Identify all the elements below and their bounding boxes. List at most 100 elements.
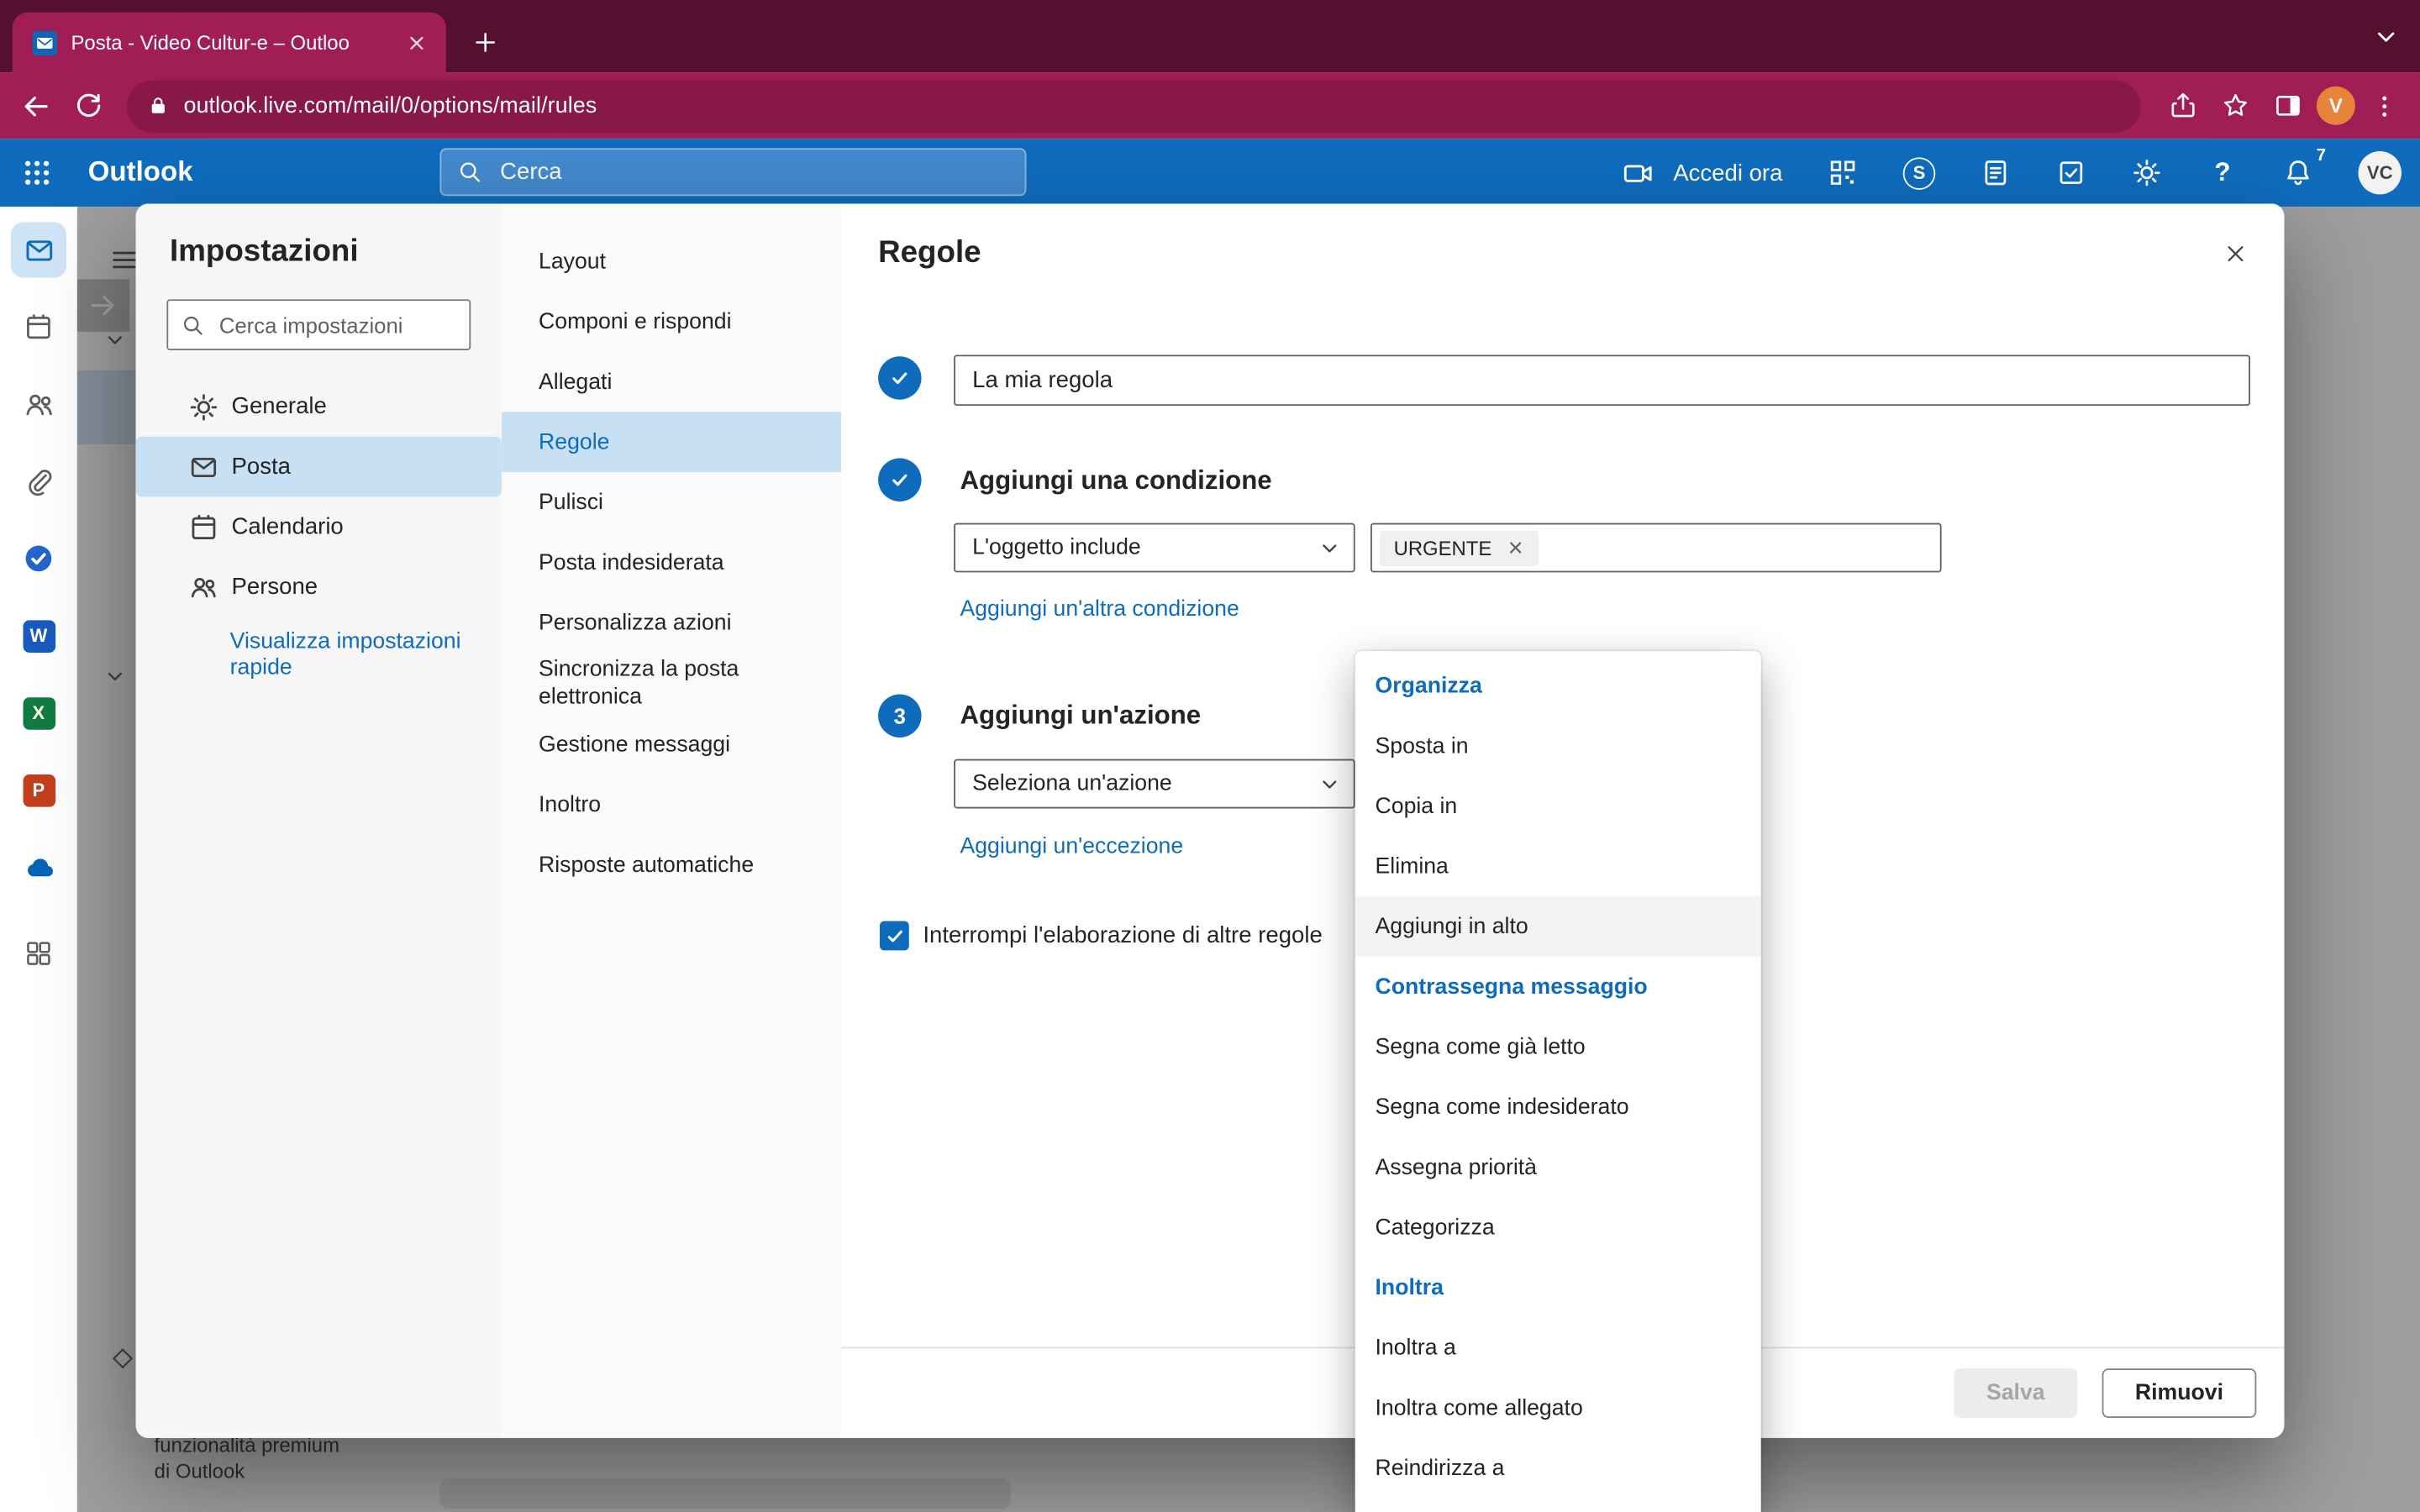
step3-number: 3 [878, 695, 921, 738]
save-button[interactable]: Salva [1954, 1368, 2077, 1418]
settings-category[interactable]: Inoltro [502, 774, 841, 835]
signin-now-button[interactable]: Accedi ora [1623, 156, 1783, 189]
settings-search-input[interactable] [216, 311, 457, 339]
chip-remove-icon[interactable] [1506, 538, 1524, 557]
rail-attachments-icon[interactable] [11, 454, 66, 509]
chevron-down-icon [1318, 537, 1342, 560]
account-avatar[interactable]: VC [2359, 151, 2402, 194]
url-bar[interactable]: outlook.live.com/mail/0/options/mail/rul… [127, 80, 2141, 132]
condition-select[interactable]: L'oggetto include [954, 523, 1355, 573]
skype-icon[interactable]: S [1903, 156, 1936, 189]
add-exception-link[interactable]: Aggiungi un'eccezione [960, 835, 1183, 859]
tab-title: Posta - Video Cultur-e – Outloo [71, 31, 388, 55]
stop-processing-checkbox[interactable] [880, 921, 909, 951]
titlebar-chevron-icon[interactable] [2370, 22, 2402, 53]
settings-sidebar: Impostazioni Generale Po [136, 203, 502, 1437]
immersive-reader-icon[interactable] [1981, 157, 2012, 188]
settings-nav-calendario[interactable]: Calendario [136, 496, 502, 557]
new-tab-button[interactable] [461, 18, 508, 65]
close-icon[interactable] [2213, 232, 2256, 275]
people-icon [188, 572, 219, 603]
rail-more-apps-icon[interactable] [11, 926, 66, 981]
settings-category[interactable]: Gestione messaggi [502, 714, 841, 774]
condition-value-box[interactable]: URGENTE [1370, 523, 1942, 573]
quick-settings-link[interactable]: Visualizza impostazioni rapide [230, 629, 462, 680]
rail-powerpoint-icon[interactable]: P [11, 762, 66, 817]
action-menu-item[interactable]: Aggiungi in alto [1355, 896, 1761, 957]
video-camera-icon [1623, 156, 1655, 189]
url-text: outlook.live.com/mail/0/options/mail/rul… [184, 93, 597, 118]
settings-gear-icon[interactable] [2132, 157, 2163, 188]
rail-word-icon[interactable]: W [11, 608, 66, 664]
action-menu-item[interactable]: Segna come indesiderato [1355, 1077, 1761, 1137]
rail-mail-icon[interactable] [11, 222, 66, 277]
settings-title: Impostazioni [170, 234, 359, 270]
action-menu-item[interactable]: Inoltra come allegato [1355, 1378, 1761, 1438]
share-icon[interactable] [2156, 80, 2208, 132]
browser-menu-icon[interactable] [2359, 80, 2411, 132]
settings-category[interactable]: Pulisci [502, 472, 841, 533]
action-menu-item[interactable]: Organizza [1355, 656, 1761, 717]
action-menu-item[interactable]: Inoltra a [1355, 1318, 1761, 1378]
app-launcher-icon[interactable] [20, 156, 54, 190]
screen: Posta - Video Cultur-e – Outloo [0, 0, 2420, 1512]
step2-check-icon [878, 459, 921, 501]
action-menu-item[interactable]: Reindirizza a [1355, 1438, 1761, 1499]
settings-nav-persone[interactable]: Persone [136, 557, 502, 617]
header-search[interactable] [439, 148, 1026, 196]
browser-toolbar: outlook.live.com/mail/0/options/mail/rul… [0, 72, 2420, 139]
notification-count: 7 [2317, 146, 2326, 165]
settings-category[interactable]: Posta indesiderata [502, 533, 841, 593]
action-menu-item[interactable]: Contrassegna messaggio [1355, 957, 1761, 1017]
action-menu-item[interactable]: Elimina [1355, 837, 1761, 897]
condition-heading: Aggiungi una condizione [960, 466, 1271, 497]
settings-nav-generale[interactable]: Generale [136, 376, 502, 437]
bookmark-star-icon[interactable] [2208, 80, 2260, 132]
settings-category[interactable]: Personalizza azioni [502, 592, 841, 653]
notifications-bell-icon[interactable]: 7 [2283, 157, 2314, 188]
action-menu-item[interactable]: Copia in [1355, 776, 1761, 837]
browser-tab[interactable]: Posta - Video Cultur-e – Outloo [13, 13, 446, 73]
app-rail: W X P [0, 207, 77, 1512]
action-menu-item[interactable]: Sposta in [1355, 716, 1761, 776]
reload-button[interactable] [61, 80, 113, 132]
mail-icon [188, 451, 219, 482]
action-menu-item[interactable]: Inoltra [1355, 1257, 1761, 1318]
notes-check-icon[interactable] [2056, 157, 2087, 188]
settings-category[interactable]: Regole [502, 412, 841, 472]
outlook-brand[interactable]: Outlook [88, 156, 193, 189]
remove-button[interactable]: Rimuovi [2102, 1368, 2257, 1418]
rail-onedrive-icon[interactable] [11, 839, 66, 895]
search-icon [457, 159, 483, 185]
action-menu-item[interactable]: Categorizza [1355, 1197, 1761, 1257]
browser-titlebar: Posta - Video Cultur-e – Outloo [0, 0, 2420, 72]
action-menu: Organizza Sposta in Copia in Elimina Agg… [1355, 651, 1761, 1512]
rail-calendar-icon[interactable] [11, 299, 66, 354]
settings-category[interactable]: Allegati [502, 352, 841, 412]
rail-excel-icon[interactable]: X [11, 685, 66, 741]
settings-search[interactable] [166, 299, 471, 350]
settings-category[interactable]: Layout [502, 232, 841, 292]
tab-close-icon[interactable] [402, 29, 430, 56]
action-heading: Aggiungi un'azione [960, 701, 1201, 732]
back-button[interactable] [9, 80, 61, 132]
stop-processing-label[interactable]: Interrompi l'elaborazione di altre regol… [923, 922, 1322, 948]
sidebar-toggle-icon[interactable] [2261, 80, 2313, 132]
lock-icon [146, 94, 170, 118]
settings-nav-posta[interactable]: Posta [136, 437, 502, 497]
gear-icon [188, 391, 219, 423]
settings-category[interactable]: Sincronizza la posta elettronica [502, 653, 841, 714]
rail-todo-icon[interactable] [11, 531, 66, 586]
help-icon[interactable]: ? [2207, 157, 2238, 188]
action-select[interactable]: Seleziona un'azione [954, 759, 1355, 809]
rail-people-icon[interactable] [11, 376, 66, 432]
browser-profile-avatar[interactable]: V [2317, 87, 2355, 125]
rule-name-input[interactable] [954, 354, 2250, 406]
action-menu-item[interactable]: Assegna priorità [1355, 1137, 1761, 1198]
search-input[interactable] [497, 157, 1009, 186]
action-menu-item[interactable]: Segna come già letto [1355, 1016, 1761, 1077]
settings-category[interactable]: Componi e rispondi [502, 291, 841, 352]
qr-code-icon[interactable] [1828, 157, 1859, 188]
settings-category[interactable]: Risposte automatiche [502, 835, 841, 895]
add-condition-link[interactable]: Aggiungi un'altra condizione [960, 597, 1239, 622]
